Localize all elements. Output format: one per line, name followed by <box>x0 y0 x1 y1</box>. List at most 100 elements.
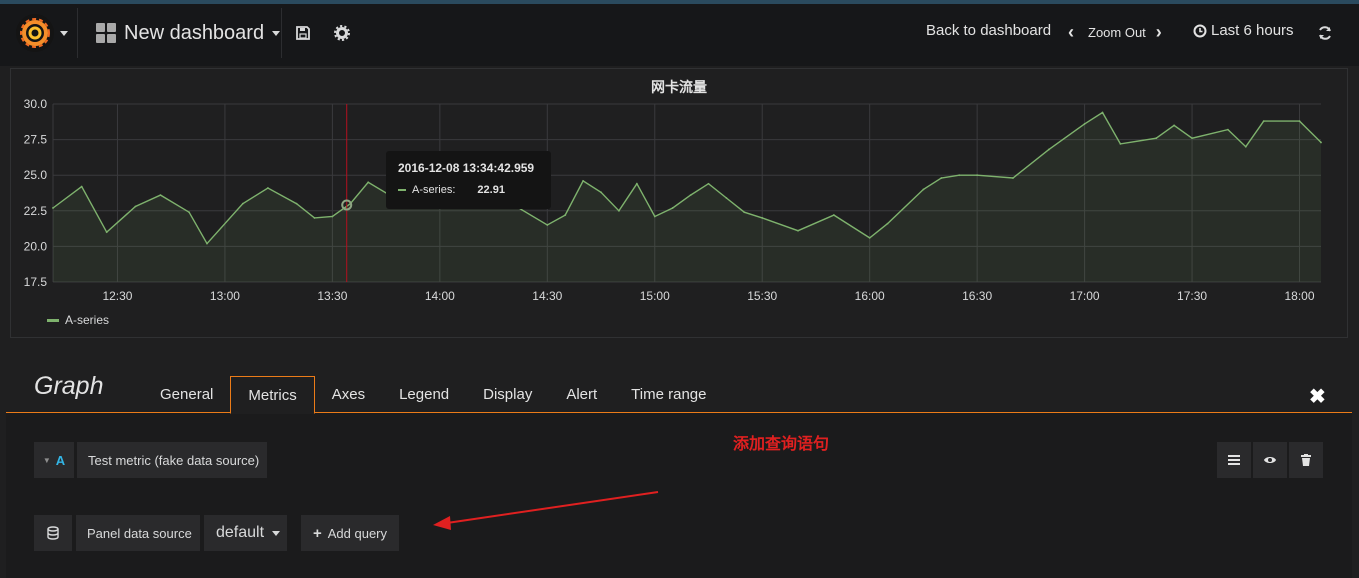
editor-tabs: General Metrics Axes Legend Display Aler… <box>143 376 723 414</box>
grafana-logo-icon <box>15 14 54 52</box>
tab-time-range[interactable]: Time range <box>614 376 723 413</box>
tooltip-series: A-series: <box>412 184 456 196</box>
data-point <box>313 217 316 219</box>
panel-datasource-label: Panel data source <box>87 525 192 541</box>
data-point <box>206 242 208 245</box>
tooltip-swatch <box>398 189 406 191</box>
chevron-down-icon <box>272 30 281 36</box>
datasource-value: default <box>216 524 265 541</box>
x-tick-label: 16:00 <box>855 289 885 303</box>
x-tick-label: 14:00 <box>425 289 455 303</box>
data-point <box>188 211 191 214</box>
data-point <box>52 207 54 209</box>
data-point <box>600 191 602 194</box>
annotation-arrow <box>433 491 659 530</box>
data-point <box>940 177 943 179</box>
query-row-label[interactable]: Test metric (fake data source) <box>77 442 267 478</box>
tooltip-value: 22.91 <box>477 184 505 196</box>
data-point <box>564 214 567 216</box>
query-ref-id: A <box>55 452 66 468</box>
dashboard-picker[interactable]: New dashboard <box>86 8 282 58</box>
tab-legend[interactable]: Legend <box>382 376 466 413</box>
graph-panel: 网卡流量 30.0 27.5 25.0 22.5 20.0 17.5 12:30 13:00 1… <box>10 68 1348 338</box>
tab-display[interactable]: Display <box>466 376 549 413</box>
x-tick-label: 16:30 <box>962 289 992 303</box>
database-icon <box>47 526 59 540</box>
data-point <box>267 187 269 189</box>
query-menu-icon[interactable] <box>1217 442 1251 478</box>
data-point <box>546 224 549 226</box>
eye-icon[interactable] <box>1253 442 1287 478</box>
query-collapse-toggle[interactable]: ▼ A <box>34 442 74 478</box>
data-point <box>159 194 162 197</box>
data-point <box>635 182 638 185</box>
data-point <box>1244 145 1247 148</box>
trash-icon[interactable] <box>1289 442 1323 478</box>
close-editor-icon[interactable]: ✖ <box>1309 384 1326 409</box>
x-tick-label: 13:00 <box>210 289 240 303</box>
data-point <box>707 182 710 185</box>
data-point <box>105 231 108 234</box>
dashboard-grid-icon <box>96 23 116 43</box>
refresh-icon[interactable] <box>1316 23 1334 43</box>
data-point <box>743 211 746 214</box>
tab-axes[interactable]: Axes <box>315 376 382 413</box>
plus-icon: + <box>312 524 322 542</box>
save-icon[interactable] <box>294 23 312 43</box>
data-point <box>1262 120 1265 122</box>
x-tick-label: 18:00 <box>1284 289 1314 303</box>
data-point <box>134 205 137 208</box>
add-query-button[interactable]: + Add query <box>301 515 399 551</box>
data-point <box>331 215 334 218</box>
chevron-left-icon[interactable]: ‹ <box>1068 22 1074 43</box>
graph-plot[interactable]: 30.0 27.5 25.0 22.5 20.0 17.5 12:30 13:00 13:30 1… <box>11 69 1349 339</box>
graph-tooltip: 2016-12-08 13:34:42.959 A-series: 22.91 <box>386 151 551 209</box>
data-point <box>653 215 656 218</box>
data-point <box>671 207 674 209</box>
data-point <box>868 236 871 239</box>
data-point <box>689 194 692 197</box>
zoom-out-label: Zoom Out <box>1088 25 1146 40</box>
zoom-out-control[interactable]: ‹ Zoom Out › <box>1068 22 1162 43</box>
data-point <box>1320 141 1322 144</box>
data-point <box>1155 137 1158 140</box>
time-range-picker[interactable]: Last 6 hours <box>1193 22 1294 39</box>
y-tick-label: 27.5 <box>24 133 48 147</box>
data-point <box>922 188 925 191</box>
data-point <box>1191 137 1193 140</box>
metrics-editor <box>6 413 1352 578</box>
tab-metrics[interactable]: Metrics <box>230 376 315 414</box>
chevron-down-icon <box>272 530 281 536</box>
data-point <box>725 197 728 199</box>
back-to-dashboard-link[interactable]: Back to dashboard <box>926 22 1051 39</box>
annotation-text: 添加查询语句 <box>733 436 830 453</box>
y-tick-label: 30.0 <box>24 97 48 111</box>
caret-down-icon: ▼ <box>42 455 51 465</box>
x-tick-label: 15:30 <box>747 289 777 303</box>
panel-datasource-label-box: Panel data source <box>76 515 200 551</box>
tooltip-row: A-series: 22.91 <box>398 184 539 196</box>
chevron-down-icon <box>59 30 68 36</box>
tab-general[interactable]: General <box>143 376 230 413</box>
datasource-icon-box <box>34 515 72 551</box>
legend-swatch <box>47 318 59 322</box>
data-point <box>1012 177 1014 179</box>
query-label: Test metric (fake data source) <box>88 452 260 468</box>
grafana-menu-button[interactable] <box>6 8 78 58</box>
legend-item[interactable]: A-series <box>47 313 109 327</box>
time-range-label: Last 6 hours <box>1211 22 1294 39</box>
data-point <box>1083 123 1086 125</box>
data-point <box>958 174 961 177</box>
data-point <box>797 229 799 232</box>
add-query-label: Add query <box>327 525 388 541</box>
y-tick-label: 20.0 <box>24 239 48 253</box>
data-point <box>761 217 764 219</box>
tab-alert[interactable]: Alert <box>549 376 614 413</box>
settings-gear-icon[interactable] <box>333 23 351 43</box>
datasource-select[interactable]: default <box>204 515 287 551</box>
data-point <box>241 202 244 205</box>
chevron-right-icon[interactable]: › <box>1156 22 1162 43</box>
data-point <box>1173 124 1176 127</box>
x-tick-label: 13:30 <box>317 289 347 303</box>
x-tick-label: 15:00 <box>640 289 670 303</box>
